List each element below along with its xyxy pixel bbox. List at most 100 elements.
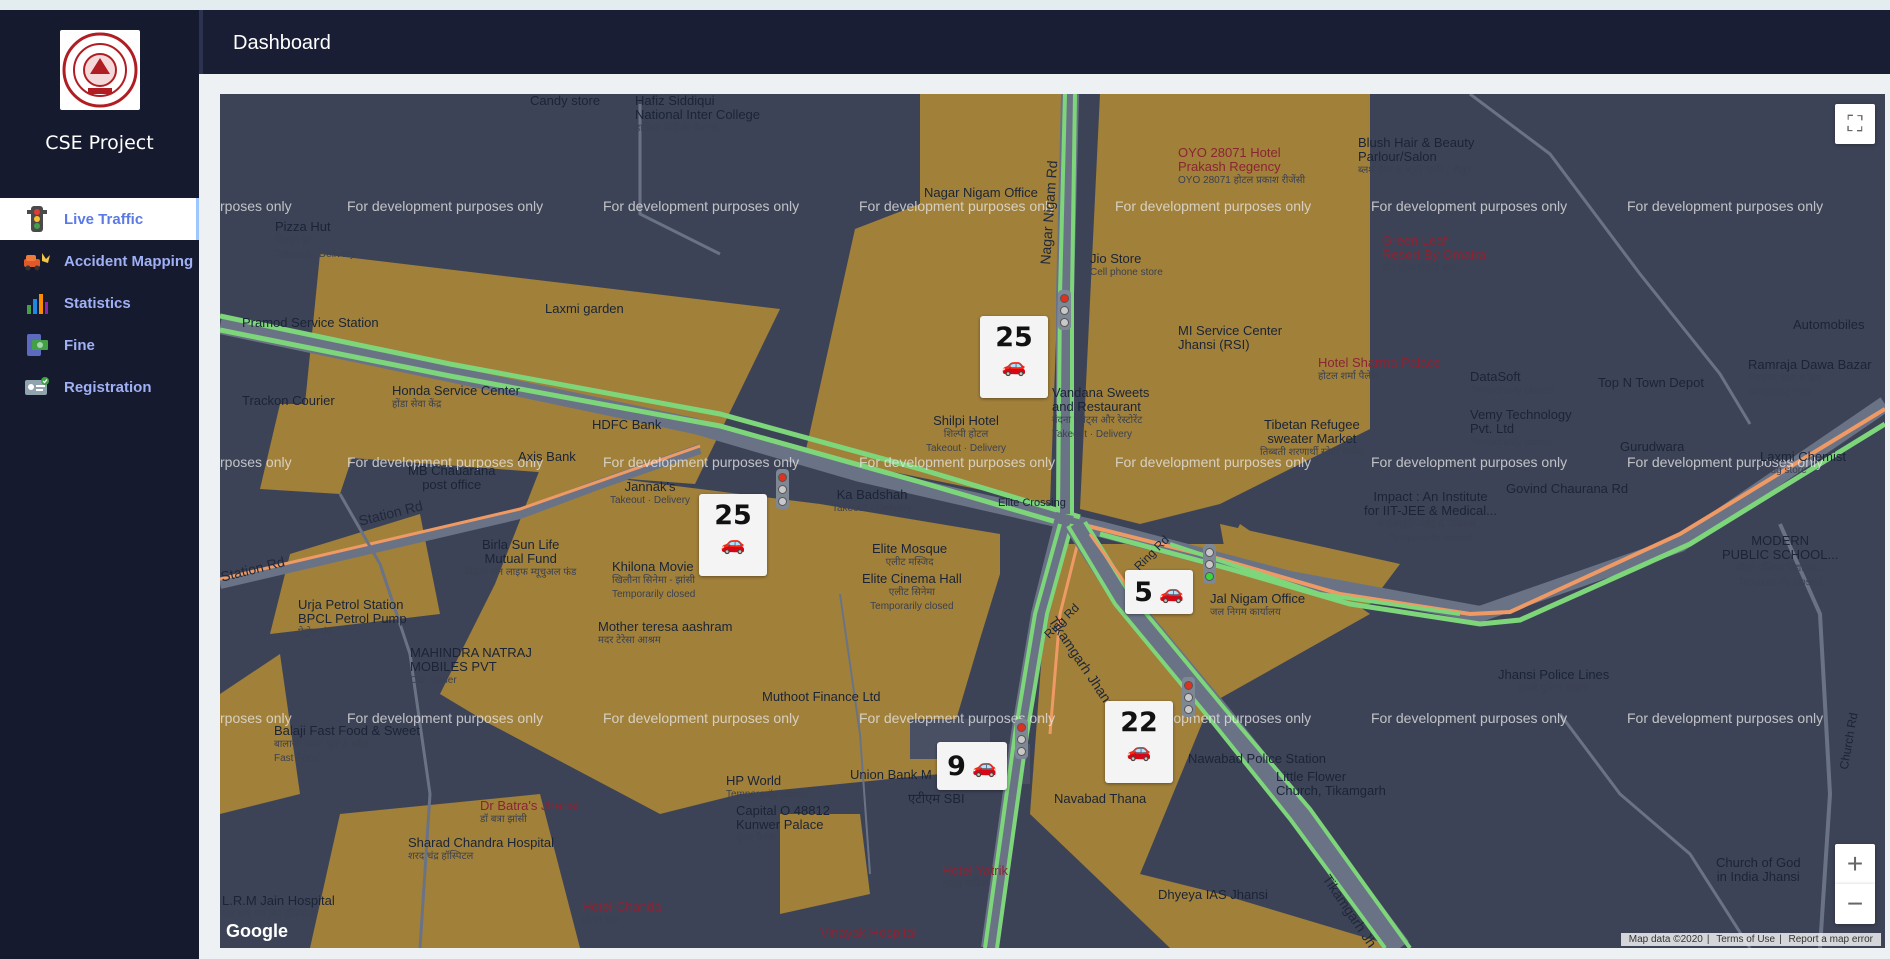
- poi-label: Green Leaf Resort By Omatra ग्रीन लीफ़ रि…: [1382, 233, 1487, 275]
- poi-label: Navabad Thana: [1054, 791, 1147, 806]
- watermark: For development purposes only: [1627, 198, 1824, 214]
- vehicle-count: 22: [1120, 707, 1158, 738]
- vehicle-count-marker[interactable]: 5 🚗: [1125, 570, 1193, 614]
- poi-label: Tibetan Refugee sweater Market तिब्बती शर…: [1260, 417, 1364, 459]
- fullscreen-button[interactable]: ⛶: [1835, 104, 1875, 144]
- traffic-signal[interactable]: [1058, 290, 1071, 330]
- map-data-text: Map data ©2020: [1628, 934, 1703, 945]
- poi-label: Khilona Movie खिलौना सिनेमा - झांसी Tempor…: [612, 559, 696, 601]
- poi-label: Honda Service Center होंडा सेवा केंद्र: [392, 383, 520, 411]
- sidebar-item-fine[interactable]: Fine: [0, 324, 199, 366]
- zoom-out-button[interactable]: −: [1835, 884, 1875, 924]
- traffic-signal[interactable]: [1015, 719, 1028, 759]
- watermark: rposes only: [220, 198, 292, 214]
- vehicle-count: 25: [995, 322, 1033, 353]
- poi-label: Ramraja Dawa Bazar रामराजा दावा बाज़ार Sho…: [1748, 357, 1872, 399]
- poi-label: Jannak's Takeout · Delivery: [610, 479, 691, 507]
- terms-of-use-link[interactable]: Terms of Use: [1716, 934, 1775, 945]
- poi-label: एटीएम SBI: [908, 791, 965, 806]
- poi-label: Sharad Chandra Hospital शरद चंद्र हॉस्पिट…: [408, 835, 554, 863]
- poi-label: Urja Petrol Station BPCL Petrol Pump पेट्…: [298, 597, 407, 639]
- car-icon: 🚗: [1126, 738, 1152, 762]
- bar-chart-icon: [22, 289, 52, 317]
- poi-label: Axis Bank: [518, 449, 576, 464]
- poi-label: Capital O 48812 Kunwer Palace कुंवर पैलेस: [736, 803, 830, 845]
- top-strip: [0, 0, 1890, 10]
- poi-label: Gurudwara: [1620, 439, 1685, 454]
- vehicle-count: 25: [714, 500, 752, 531]
- poi-label: Vinayak Hospital: [820, 925, 917, 940]
- watermark: For development purposes only: [859, 198, 1056, 214]
- poi-label: Vandana Sweets and Restaurant वंदना स्वीट…: [1052, 385, 1150, 441]
- app-logo: [60, 30, 140, 110]
- watermark: For development purposes only: [859, 454, 1056, 470]
- page-title: Dashboard: [233, 32, 331, 54]
- fullscreen-icon: ⛶: [1847, 111, 1863, 136]
- poi-label: MAHINDRA NATRAJ MOBILES PVT Car dealer: [410, 645, 532, 687]
- traffic-map[interactable]: rposes only For development purposes onl…: [220, 94, 1885, 948]
- traffic-signal[interactable]: [1203, 544, 1216, 584]
- sidebar-item-live-traffic[interactable]: Live Traffic: [0, 198, 199, 240]
- watermark: For development purposes only: [1371, 198, 1568, 214]
- vehicle-count-marker[interactable]: 22 🚗: [1105, 701, 1173, 783]
- car-icon: 🚗: [720, 531, 746, 555]
- sidebar-item-label: Fine: [64, 336, 95, 354]
- vehicle-count-marker[interactable]: 9 🚗: [937, 742, 1007, 790]
- poi-label: Pramod Service Station: [242, 315, 379, 330]
- money-phone-icon: [22, 331, 52, 359]
- sidebar-item-label: Accident Mapping: [64, 252, 194, 270]
- poi-label: OYO 28071 Hotel Prakash Regency OYO 28071…: [1178, 145, 1306, 187]
- poi-label: Govind Chaurana Rd: [1506, 481, 1629, 496]
- poi-label: Vemy Technology Pvt. Ltd Temporarily clos…: [1470, 407, 1572, 449]
- poi-label: Dr Batra's Jhansi डॉ बत्रा झांसी: [480, 798, 579, 826]
- poi-label: Elite Crossing: [998, 497, 1066, 509]
- poi-label: Elite Mosque एलीट मस्जिद: [872, 541, 948, 569]
- poi-label: Shilpi Hotel शिल्पी होटल Takeout · Deliver…: [926, 413, 1007, 455]
- poi-label: Elite Cinema Hall एलीट सिनेमा Temporarily …: [862, 571, 962, 613]
- poi-label: Birla Sun Life Mutual Fund बिड़ला सन लाइफ…: [465, 537, 577, 579]
- watermark: For development purposes only: [1115, 198, 1312, 214]
- plus-icon: +: [1846, 848, 1864, 879]
- poi-label: HDFC Bank: [592, 417, 662, 432]
- report-map-error-link[interactable]: Report a map error: [1789, 934, 1873, 945]
- watermark: For development purposes only: [603, 454, 800, 470]
- vehicle-count-marker[interactable]: 25 🚗: [699, 494, 767, 576]
- watermark: For development purposes only: [1371, 710, 1568, 726]
- zoom-in-button[interactable]: +: [1835, 844, 1875, 884]
- sidebar-nav: Live Traffic Accident Mapping Statistics…: [0, 198, 199, 408]
- poi-label: Hafiz Siddiqui National Inter College हाफ…: [635, 94, 761, 134]
- car-icon: 🚗: [1001, 353, 1027, 377]
- watermark: For development purposes only: [1627, 710, 1824, 726]
- vehicle-count: 9: [947, 750, 966, 782]
- poi-label: Mother teresa aashram मदर टेरेसा आश्रम: [598, 619, 733, 647]
- minus-icon: −: [1846, 888, 1864, 919]
- sidebar-item-label: Statistics: [64, 294, 131, 312]
- poi-label: Little Flower Church, Tikamgarh: [1276, 769, 1386, 798]
- google-logo: Google: [226, 921, 288, 941]
- sidebar-item-accident-mapping[interactable]: Accident Mapping: [0, 240, 199, 282]
- poi-label: Hotel Sharma Palace होटल शर्मा पैलेस: [1318, 355, 1441, 383]
- sidebar: CSE Project Live Traffic Accident Mappin…: [0, 10, 199, 959]
- watermark: For development purposes only: [347, 198, 544, 214]
- watermark: For development purposes only: [603, 198, 800, 214]
- sidebar-item-label: Live Traffic: [64, 210, 144, 228]
- traffic-signal[interactable]: [1182, 677, 1195, 717]
- traffic-signal[interactable]: [776, 469, 789, 509]
- poi-label: MI Service Center Jhansi (RSI): [1178, 323, 1283, 352]
- sidebar-item-statistics[interactable]: Statistics: [0, 282, 199, 324]
- poi-label: Impact : An Institute for IIT-JEE & Medi…: [1364, 489, 1497, 545]
- poi-label: Candy store: [530, 94, 601, 108]
- poi-label: Ka Badshah Takeout · Delivery: [832, 487, 913, 515]
- sidebar-item-registration[interactable]: Registration: [0, 366, 199, 408]
- vehicle-count-marker[interactable]: 25 🚗: [980, 316, 1048, 398]
- top-header: Dashboard: [199, 10, 1890, 74]
- poi-label: L.R.M Jain Hospital एल.आर.एम जैन हॉस्पिटल: [222, 893, 335, 921]
- map-attribution: Map data ©2020 | Terms of Use | Report a m…: [1620, 933, 1881, 946]
- poi-label: Blush Hair & Beauty Parlour/Salon ब्लश हे…: [1358, 135, 1475, 177]
- watermark: For development purposes only: [1371, 454, 1568, 470]
- poi-label: Nawabad Police Station: [1188, 751, 1327, 766]
- poi-label: Hotel Yatrik होटल यात्रिक: [942, 863, 1008, 891]
- poi-label: Union Bank M: [850, 767, 932, 782]
- poi-label: Pizza Hut पिज़्ज़ा हट Takeout · Delivery: [275, 219, 356, 261]
- sidebar-item-label: Registration: [64, 378, 152, 396]
